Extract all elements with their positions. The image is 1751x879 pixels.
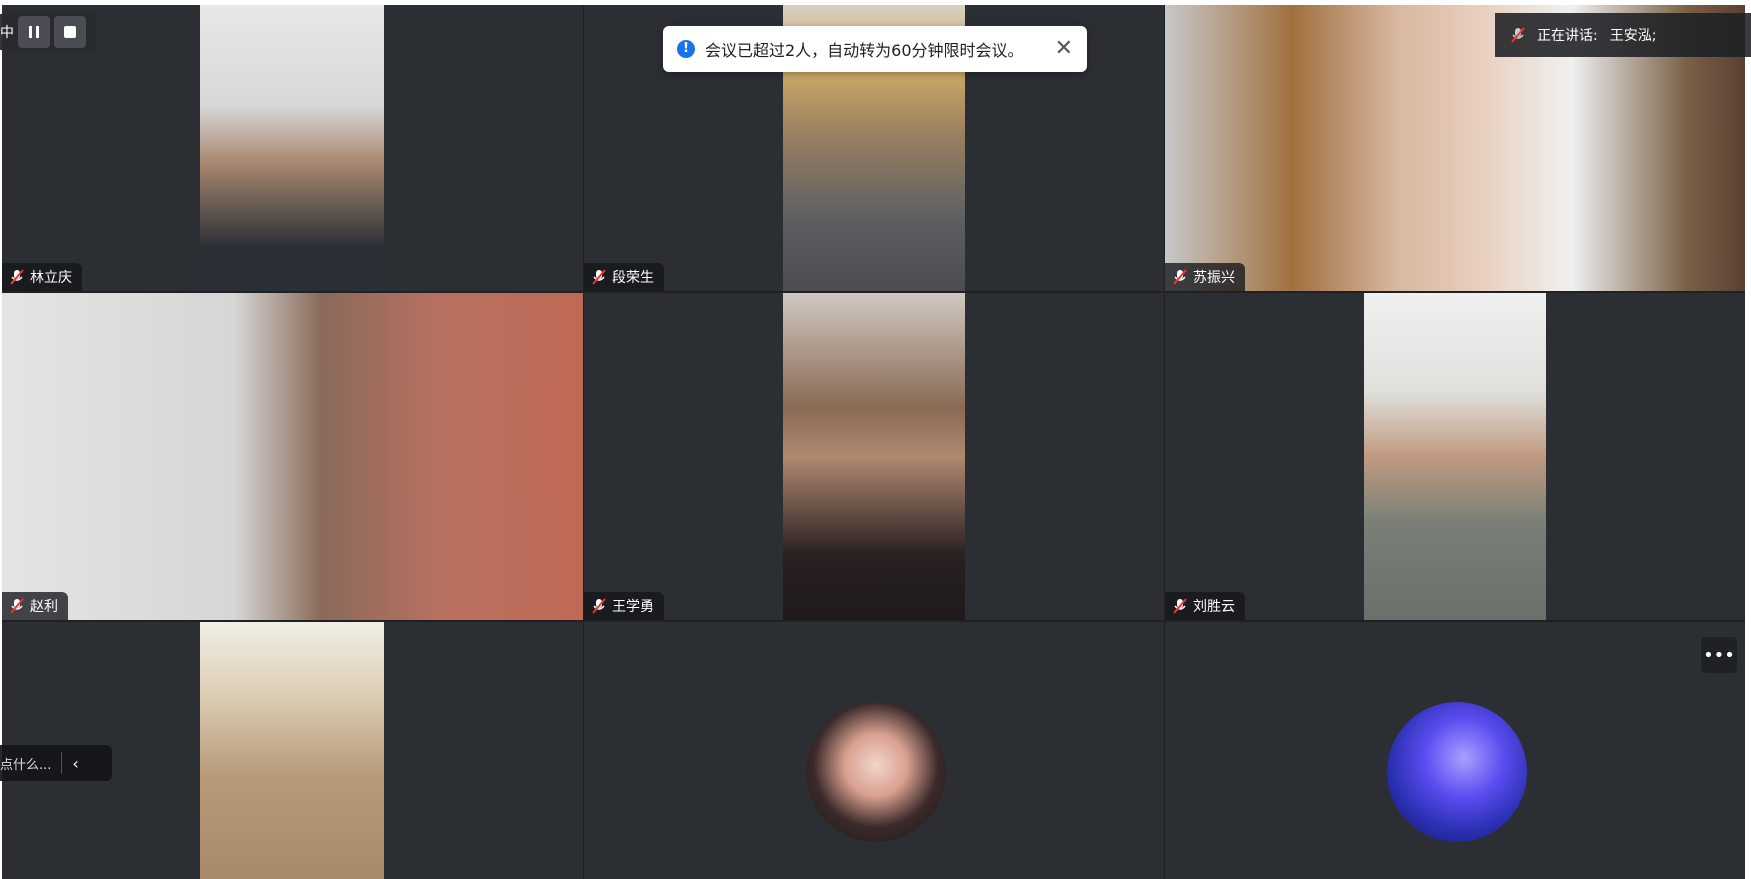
participant-nametag: 赵利 (2, 592, 68, 620)
participant-name: 段荣生 (612, 270, 654, 286)
mic-muted-icon (592, 269, 606, 285)
more-icon: ••• (1703, 644, 1735, 666)
chat-input-bar[interactable]: 点什么... ‹ (0, 745, 112, 781)
participant-video (2, 293, 583, 620)
mic-muted-icon (10, 269, 24, 285)
participant-tile[interactable]: 赵利 (2, 293, 583, 620)
participant-video (783, 293, 965, 620)
speaking-indicator: 正在讲话: 王安泓; (1495, 13, 1751, 57)
stop-button[interactable] (54, 16, 86, 48)
mic-muted-icon (1511, 27, 1525, 43)
participant-nametag: 苏振兴 (1165, 263, 1245, 291)
pause-icon (29, 26, 39, 38)
participant-tile[interactable] (584, 622, 1164, 879)
participant-video (200, 5, 384, 291)
avatar (1387, 702, 1527, 842)
info-icon: ! (677, 40, 695, 58)
participant-tile[interactable]: 王学勇 (584, 293, 1164, 620)
participant-name: 刘胜云 (1193, 599, 1235, 615)
chat-placeholder[interactable]: 点什么... (0, 754, 51, 773)
mic-muted-icon (592, 598, 606, 614)
participant-name: 王学勇 (612, 599, 654, 615)
divider (61, 752, 63, 774)
participant-video (200, 622, 384, 879)
participant-name: 林立庆 (30, 270, 72, 286)
speaking-name: 王安泓; (1609, 28, 1657, 44)
chevron-left-icon[interactable]: ‹ (72, 754, 78, 773)
more-options-button[interactable]: ••• (1701, 637, 1737, 673)
participant-nametag: 刘胜云 (1165, 592, 1245, 620)
mic-muted-icon (1173, 269, 1187, 285)
mic-muted-icon (1173, 598, 1187, 614)
pause-button[interactable] (18, 16, 50, 48)
video-grid: 林立庆 段荣生 苏振兴 赵利 王学勇 刘胜云 (2, 5, 1745, 879)
notification-toast: ! 会议已超过2人，自动转为60分钟限时会议。 ✕ (663, 26, 1087, 72)
toast-message: 会议已超过2人，自动转为60分钟限时会议。 (705, 41, 1024, 60)
participant-nametag: 林立庆 (2, 263, 82, 291)
participant-nametag: 段荣生 (584, 263, 664, 291)
participant-name: 苏振兴 (1193, 270, 1235, 286)
speaking-label: 正在讲话: (1537, 28, 1598, 44)
stop-icon (64, 26, 76, 38)
mic-muted-icon (10, 598, 24, 614)
avatar (806, 702, 946, 842)
recording-controls: 中 (0, 14, 96, 50)
recording-status: 中 (0, 25, 14, 41)
participant-nametag: 王学勇 (584, 592, 664, 620)
participant-video (1364, 293, 1546, 620)
participant-tile[interactable]: 刘胜云 (1165, 293, 1745, 620)
close-icon[interactable]: ✕ (1055, 38, 1073, 60)
participant-tile[interactable] (1165, 622, 1745, 879)
participant-name: 赵利 (30, 599, 58, 615)
